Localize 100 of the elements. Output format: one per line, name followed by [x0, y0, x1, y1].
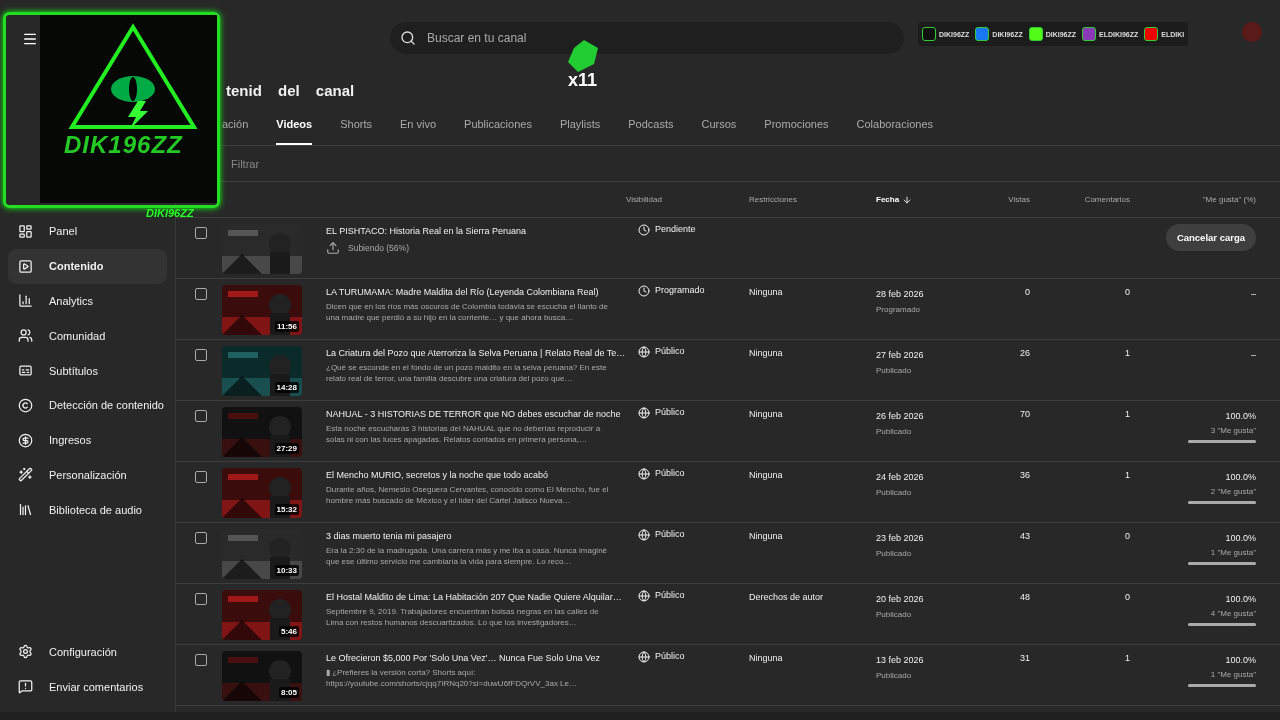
sidebar-item[interactable]: Configuración [8, 634, 167, 670]
visibility-text: Público [655, 346, 685, 356]
video-description: ▮ ¿Prefieres la versión corta? Shorts aquí: https://youtube.com/shorts/cjqq7IRNq20?si=duwU6fFDQrVV_3ax Le… [326, 668, 578, 690]
tab[interactable]: Cursos [701, 110, 737, 145]
date-status: Publicado [876, 488, 912, 497]
like-count: 2 "Me gusta" [1210, 487, 1256, 496]
captions-icon [18, 363, 33, 379]
duration-badge: 11:56 [274, 321, 299, 332]
tab[interactable]: Playlists [559, 110, 601, 145]
views-cell-text: 31 [1019, 652, 1031, 665]
checkbox[interactable] [195, 288, 207, 300]
dashboard-icon [18, 223, 33, 239]
tab[interactable]: Videos [276, 110, 313, 145]
chart-icon [18, 293, 33, 309]
tab[interactable]: Podcasts [628, 110, 674, 145]
video-title[interactable]: 3 dias muerto tenia mi pasajero [326, 531, 626, 541]
views-cell-text: 0 [1024, 286, 1031, 299]
restrictions-cell-text: Derechos de autor [749, 591, 825, 604]
dollar-icon [18, 432, 33, 448]
clock-icon [638, 224, 650, 236]
tab[interactable]: Promociones [764, 110, 829, 145]
globe-icon [638, 590, 650, 602]
checkbox[interactable] [195, 227, 207, 239]
video-title[interactable]: La Criatura del Pozo que Aterroriza la Selva Peruana | Relato Real de Te… [326, 348, 626, 358]
column-header[interactable]: Visibilidad [626, 195, 749, 204]
search-field[interactable]: Buscar en tu canal [390, 22, 904, 54]
social-icon [1028, 27, 1043, 41]
checkbox[interactable] [195, 410, 207, 422]
checkbox[interactable] [195, 349, 207, 361]
video-title[interactable]: El Mencho MURIO, secretos y la noche que todo acabó [326, 470, 626, 480]
views-cell-text: 26 [1019, 347, 1031, 360]
restrictions-cell-text: Ninguna [749, 530, 784, 543]
column-header[interactable]: Fecha [876, 194, 976, 205]
sidebar-item[interactable]: Comunidad [8, 318, 167, 354]
wand-icon [18, 467, 33, 483]
views-cell-text: 70 [1019, 408, 1031, 421]
menu-icon[interactable] [22, 31, 38, 47]
video-description: Septiembre 9, 2019. Trabajadores encuentran bolsas negras en las calles de Lima con restos humanos descuartizados. Lo que los investigadores… [326, 607, 600, 629]
column-header[interactable]: "Me gusta" (%) [1142, 195, 1268, 204]
globe-icon [638, 468, 650, 480]
logo-caption: DIKI96ZZ [146, 207, 194, 219]
settings-icon [18, 644, 33, 660]
clock-icon [638, 285, 650, 297]
likes-cell-text: 100.0% [1225, 471, 1256, 482]
sidebar-item[interactable]: Enviar comentarios [8, 669, 167, 704]
date-cell-text: 27 feb 2026 [876, 349, 924, 360]
column-header[interactable]: Restricciones [749, 195, 876, 204]
upload-status: Subiendo (56%) [348, 243, 409, 253]
video-title[interactable]: El Hostal Maldito de Lima: La Habitación 207 Que Nadie Quiere Alquilar… [326, 592, 626, 602]
visibility-text: Público [655, 407, 685, 417]
video-title[interactable]: LA TURUMAMA: Madre Maldita del Río (Leyenda Colombiana Real) [326, 287, 626, 297]
column-header[interactable]: Comentarios [1042, 195, 1142, 204]
date-status: Publicado [876, 671, 912, 680]
sidebar-item[interactable]: Biblioteca de audio [8, 492, 167, 528]
duration-badge: 27:29 [274, 443, 299, 454]
date-cell-text: 20 feb 2026 [876, 593, 924, 604]
sort-arrow-icon [902, 194, 913, 205]
tab[interactable]: ación [222, 110, 249, 145]
date-cell-text: 23 feb 2026 [876, 532, 924, 543]
checkbox[interactable] [195, 654, 207, 666]
tab[interactable]: Publicaciones [464, 110, 532, 145]
video-title[interactable]: EL PISHTACO: Historia Real en la Sierra Peruana [326, 226, 626, 236]
video-description: Esta noche escucharás 3 historias del NAHUAL que no deberías reproducir a solas ni con las luces apagadas. Relatos contados en primera persona,… [326, 424, 602, 446]
checkbox[interactable] [195, 532, 207, 544]
page-title: tenid del canal [225, 81, 355, 101]
checkbox[interactable] [195, 593, 207, 605]
sidebar-item[interactable]: Subtítulos [8, 353, 167, 388]
date-cell-text: 24 feb 2026 [876, 471, 924, 482]
sidebar-item[interactable]: Personalización [8, 457, 167, 493]
video-title[interactable]: Le Ofrecieron $5,000 Por 'Solo Una Vez'… Nunca Fue Solo Una Vez [326, 653, 626, 663]
globe-icon [638, 346, 650, 358]
restrictions-cell-text: Ninguna [749, 347, 784, 360]
sidebar-item[interactable]: Ingresos [8, 422, 167, 458]
sidebar-item[interactable]: Contenido [8, 248, 167, 284]
video-description: Era la 2:30 de la madrugada. Una carrera más y me iba a casa. Nunca imaginé que ese último servicio me cambiaría la vida para siempre. Lo reco… [326, 546, 609, 568]
comments-cell-text: 1 [1124, 469, 1131, 482]
restrictions-cell-text: Ninguna [749, 408, 784, 421]
duration-badge: 15:32 [274, 504, 299, 515]
checkbox[interactable] [195, 471, 207, 483]
search-icon [400, 30, 416, 46]
social-icon [1144, 27, 1159, 41]
video-title[interactable]: NAHUAL - 3 HISTORIAS DE TERROR que NO debes escuchar de noche [326, 409, 626, 419]
visibility-text: Público [655, 590, 685, 600]
tab[interactable]: Shorts [340, 110, 372, 145]
likes-cell-text: 100.0% [1225, 532, 1256, 543]
sidebar-item[interactable]: Detección de contenido [8, 388, 167, 423]
comments-cell-text: 1 [1124, 347, 1131, 360]
cancel-upload-button[interactable]: Cancelar carga [1165, 224, 1256, 251]
globe-icon [638, 529, 650, 541]
tab[interactable]: En vivo [399, 110, 437, 145]
column-header[interactable]: Vistas [976, 195, 1042, 204]
date-cell-text: 28 feb 2026 [876, 288, 924, 299]
globe-icon [638, 407, 650, 419]
sidebar-item[interactable]: Analytics [8, 283, 167, 319]
duration-badge: 8:05 [279, 687, 299, 698]
date-status: Publicado [876, 610, 912, 619]
filter-field[interactable]: Filtrar [231, 157, 431, 170]
likes-cell-text: – [1251, 349, 1256, 360]
tab[interactable]: Colaboraciones [856, 110, 933, 145]
visibility-text: Pendiente [655, 224, 696, 234]
